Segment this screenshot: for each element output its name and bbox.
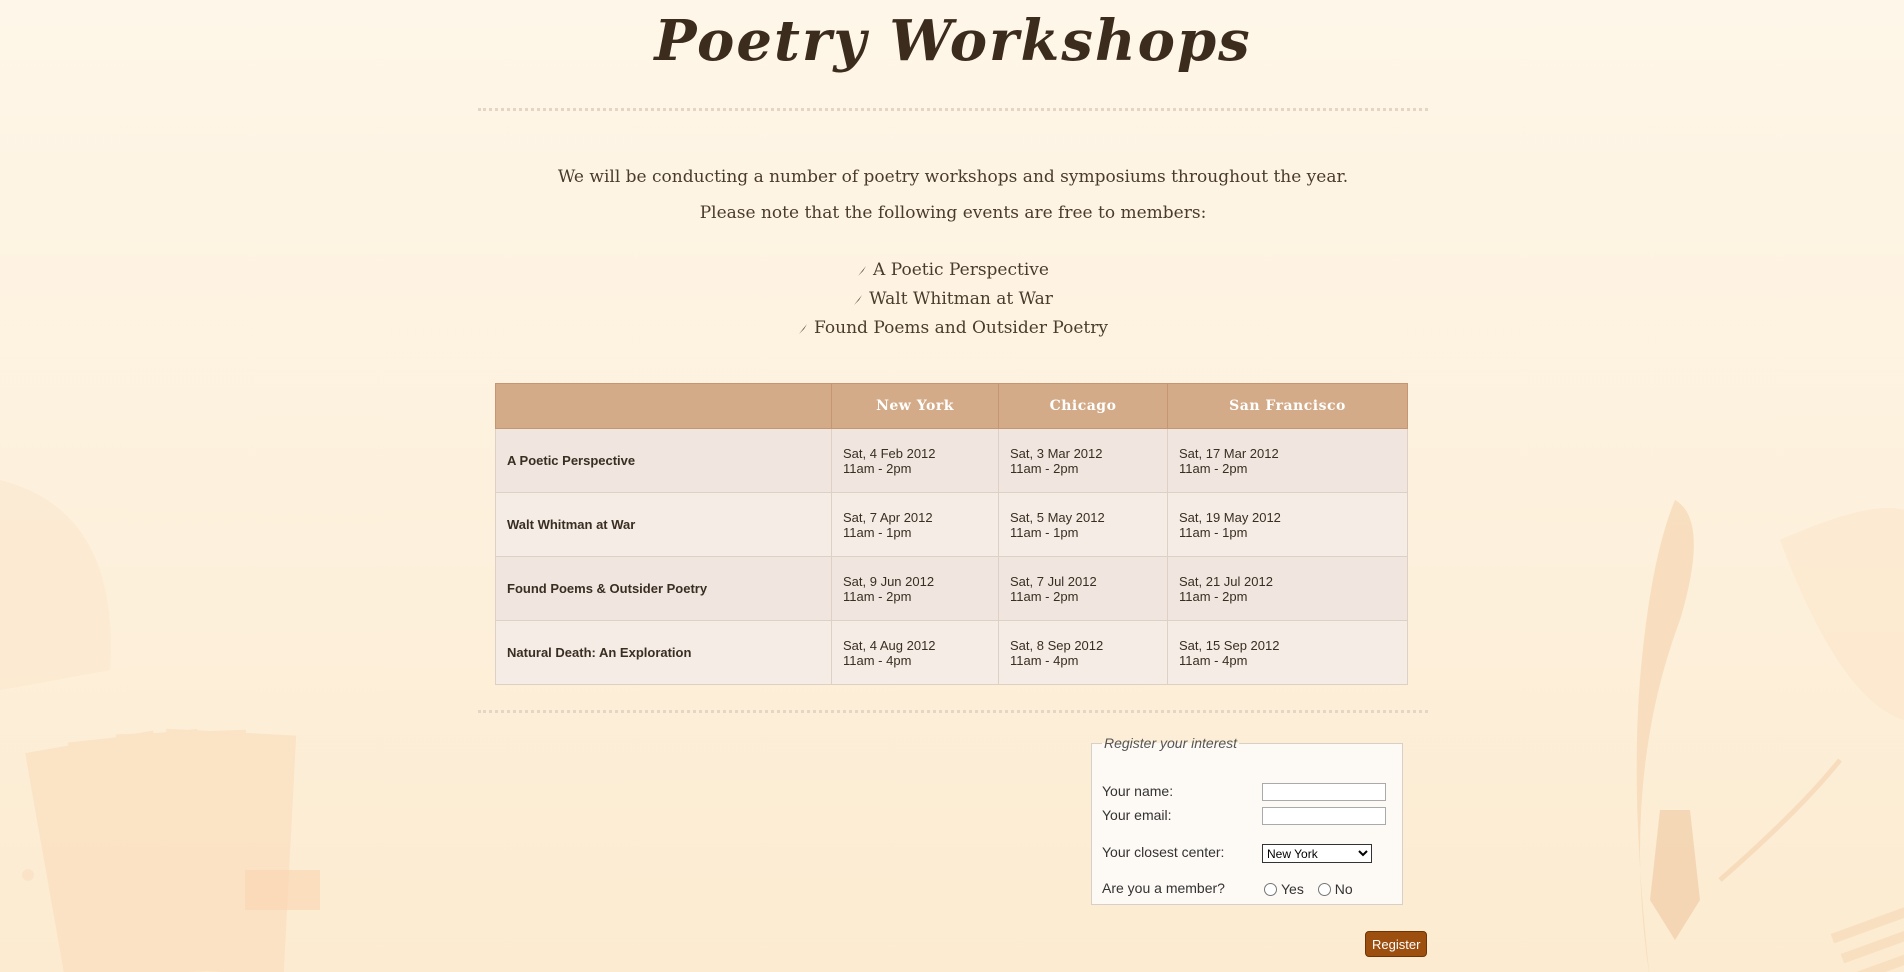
table-row: Found Poems & Outsider Poetry Sat, 9 Jun… xyxy=(495,556,1408,621)
center-select[interactable]: New York xyxy=(1262,844,1372,863)
quill-icon xyxy=(858,265,867,276)
quill-icon xyxy=(854,294,863,305)
name-field[interactable] xyxy=(1262,783,1386,801)
sf-session: Sat, 15 Sep 2012 11am - 4pm xyxy=(1167,620,1408,685)
ny-session: Sat, 7 Apr 2012 11am - 1pm xyxy=(831,492,999,557)
free-events-list: A Poetic Perspective Walt Whitman at War… xyxy=(478,256,1428,343)
page-title: Poetry Workshops xyxy=(654,8,1252,74)
quill-icon xyxy=(799,323,808,334)
header-san-francisco: San Francisco xyxy=(1167,383,1408,429)
intro-line-2: Please note that the following events ar… xyxy=(699,203,1207,223)
email-label: Your email: xyxy=(1102,807,1172,823)
member-no-radio[interactable] xyxy=(1317,882,1331,896)
chicago-session: Sat, 8 Sep 2012 11am - 4pm xyxy=(998,620,1168,685)
center-row: Your closest center: New York xyxy=(1102,841,1392,863)
email-field[interactable] xyxy=(1262,807,1386,825)
header-new-york: New York xyxy=(831,383,999,429)
list-item: Found Poems and Outsider Poetry xyxy=(478,314,1428,343)
register-button[interactable]: Register xyxy=(1365,931,1428,957)
chicago-session: Sat, 5 May 2012 11am - 1pm xyxy=(998,492,1168,557)
sf-session: Sat, 21 Jul 2012 11am - 2pm xyxy=(1167,556,1408,621)
form-legend: Register your interest xyxy=(1104,735,1238,751)
event-name: Natural Death: An Exploration xyxy=(495,620,832,685)
intro-text: We will be conducting a number of poetry… xyxy=(478,159,1428,231)
chicago-session: Sat, 7 Jul 2012 11am - 2pm xyxy=(998,556,1168,621)
top-divider xyxy=(478,108,1428,111)
list-item: Walt Whitman at War xyxy=(478,285,1428,314)
member-label: Are you a member? xyxy=(1102,880,1225,896)
intro-line-1: We will be conducting a number of poetry… xyxy=(557,167,1349,187)
sf-session: Sat, 19 May 2012 11am - 1pm xyxy=(1167,492,1408,557)
table-row: Walt Whitman at War Sat, 7 Apr 2012 11am … xyxy=(495,492,1408,557)
member-yes-radio[interactable] xyxy=(1264,882,1277,896)
member-row: Are you a member? Yes No xyxy=(1102,877,1392,899)
member-radio-group: Yes No xyxy=(1264,877,1363,900)
schedule-table: New York Chicago San Francisco A Poetic … xyxy=(495,383,1408,685)
register-form: Register your interest Your name: Your e… xyxy=(1091,735,1403,905)
event-name: Found Poems & Outsider Poetry xyxy=(495,556,832,621)
books-icon xyxy=(0,480,320,972)
ny-session: Sat, 9 Jun 2012 11am - 2pm xyxy=(831,556,999,621)
no-label: No xyxy=(1334,881,1353,898)
yes-label: Yes xyxy=(1281,881,1304,898)
event-name: Walt Whitman at War xyxy=(495,492,832,557)
chicago-session: Sat, 3 Mar 2012 11am - 2pm xyxy=(998,428,1168,493)
header-chicago: Chicago xyxy=(998,383,1168,429)
sf-session: Sat, 17 Mar 2012 11am - 2pm xyxy=(1167,428,1408,493)
quill-pen-icon xyxy=(1636,500,1904,972)
table-row: Natural Death: An Exploration Sat, 4 Aug… xyxy=(495,620,1408,685)
event-name: A Poetic Perspective xyxy=(495,428,832,493)
bottom-divider xyxy=(478,710,1428,713)
table-header-row: New York Chicago San Francisco xyxy=(495,383,1408,429)
ny-session: Sat, 4 Feb 2012 11am - 2pm xyxy=(831,428,999,493)
list-item: A Poetic Perspective xyxy=(478,256,1428,285)
center-label: Your closest center: xyxy=(1102,844,1225,860)
name-row: Your name: xyxy=(1102,780,1392,802)
table-row: A Poetic Perspective Sat, 4 Feb 2012 11am… xyxy=(495,428,1408,493)
email-row: Your email: xyxy=(1102,804,1392,826)
ny-session: Sat, 4 Aug 2012 11am - 4pm xyxy=(831,620,999,685)
name-label: Your name: xyxy=(1102,783,1174,799)
header-event xyxy=(495,383,832,429)
